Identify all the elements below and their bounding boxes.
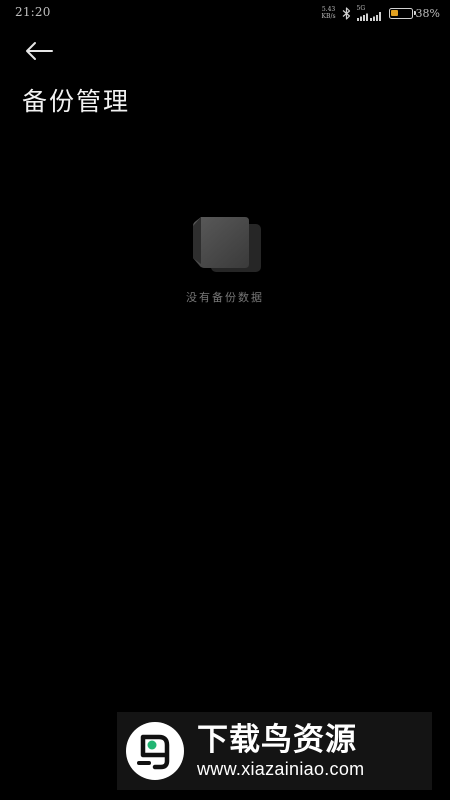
back-button[interactable] (22, 40, 56, 66)
cellular-signal: 5G (356, 5, 383, 21)
empty-state-message: 没有备份数据 (186, 291, 264, 304)
watermark-text: 下载鸟资源 www.xiazainiao.com (197, 722, 364, 780)
network-speed: 5.43 KB/s (322, 6, 336, 20)
watermark-name: 下载鸟资源 (197, 722, 357, 758)
battery: 38% (388, 6, 440, 20)
arrow-left-icon (24, 41, 54, 65)
status-icons: 5.43 KB/s 5G 38% (322, 4, 440, 22)
bird-logo-icon (125, 721, 185, 781)
network-speed-unit: KB/s (321, 13, 336, 20)
status-bar: 21:20 5.43 KB/s 5G 38% (0, 0, 450, 26)
page-title: 备份管理 (22, 87, 131, 116)
signal-bars-icon (356, 11, 383, 21)
battery-icon (388, 7, 416, 19)
watermark-url: www.xiazainiao.com (197, 759, 365, 779)
network-speed-value: 5.43 (321, 6, 336, 13)
battery-level-fill (391, 10, 399, 16)
battery-percent: 38% (415, 6, 440, 20)
bluetooth-icon (342, 6, 351, 20)
empty-box-icon (191, 214, 263, 274)
status-time: 21:20 (15, 5, 51, 19)
watermark-banner: 下载鸟资源 www.xiazainiao.com (117, 712, 432, 790)
